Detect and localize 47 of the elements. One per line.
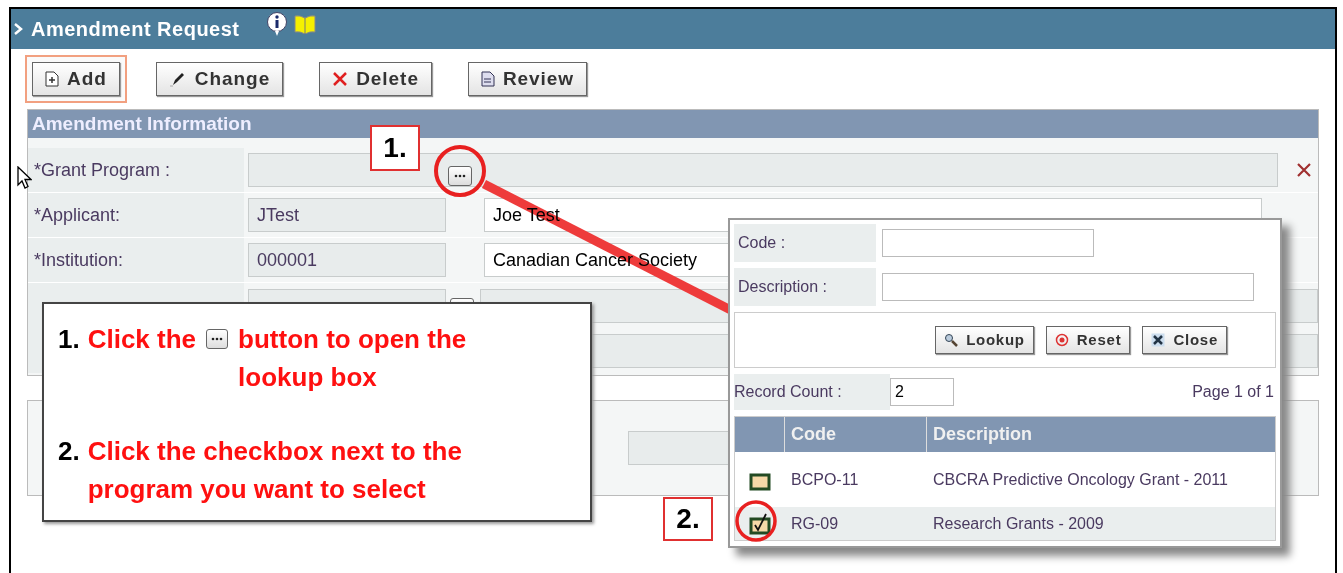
step-marker: 1. [370,125,420,171]
ellipsis-icon [454,174,466,178]
field-label: Record Count : [734,382,842,402]
field-label: *Applicant: [34,203,121,227]
field-label: Description : [738,277,827,297]
table-cell-text: BCPO-11 [790,469,860,490]
table-cell-text: Research Grants - 2009 [932,513,1105,534]
chevron-icon [13,22,25,36]
target-icon [1054,333,1069,347]
ellipsis-button[interactable] [448,166,472,186]
close-icon [1151,333,1166,347]
code-field[interactable]: 000001 [248,243,446,277]
section-header: Amendment Information [28,110,1318,138]
page-title: Amendment Request [31,17,240,42]
document-icon [480,71,495,87]
step-marker: 2. [663,497,713,541]
instruction-text: button to open the lookup box [238,323,468,394]
pencil-icon [168,71,187,87]
field-label: *Institution: [34,248,124,272]
code-field[interactable]: JTest [248,198,446,232]
info-icon[interactable] [265,11,288,37]
lookup-dialog-button[interactable]: Lookup [935,326,1034,354]
instruction-text: Click the [87,323,197,356]
input-field[interactable] [882,273,1254,301]
table-cell-text: CBCRA Predictive Oncology Grant - 2011 [932,469,1229,490]
column-header: Description [932,423,1034,446]
toolbar-button[interactable]: Add [25,55,127,103]
field-label: *Grant Program : [34,158,171,182]
cross-icon [332,71,349,87]
step-number: 2. [58,435,80,468]
field-label: Code : [738,233,786,253]
clear-icon[interactable] [1296,162,1312,178]
ellipsis-icon [211,337,224,341]
highlight-circle [434,145,486,197]
page-indicator: Page 1 of 1 [1192,382,1275,402]
record-count-field: 2 [890,378,954,406]
checkbox[interactable] [749,512,771,535]
instruction-text: Click the checkbox next to the program you want to select [87,435,463,506]
lookup-dialog-button[interactable]: Reset [1045,326,1131,354]
lookup-dialog-button[interactable]: Close [1142,326,1227,354]
book-icon[interactable] [293,14,316,34]
document-plus-icon [45,71,59,87]
search-icon [944,333,959,347]
input-field[interactable] [882,229,1094,257]
highlight-circle [735,500,777,542]
table-cell-text: RG-09 [790,513,840,534]
step-number: 1. [58,323,80,356]
